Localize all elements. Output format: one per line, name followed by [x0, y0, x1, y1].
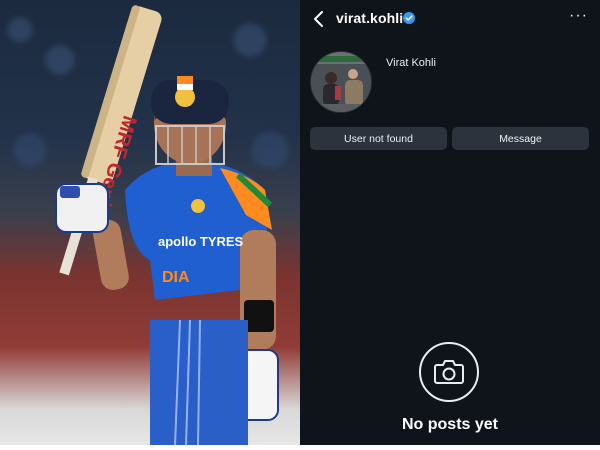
- avatar-image: [311, 52, 371, 112]
- display-name: Virat Kohli: [386, 57, 436, 69]
- more-horizontal-icon[interactable]: ···: [569, 7, 588, 25]
- player-illustration: MRF Genius apollo TYRES DIA: [55, 5, 279, 445]
- no-posts-message: No posts yet: [401, 416, 498, 433]
- camera-glyph: [434, 360, 464, 384]
- chevron-left-icon[interactable]: [312, 10, 326, 28]
- player-photo: MRF Genius apollo TYRES DIA: [0, 0, 300, 445]
- jersey-sponsor-text: apollo TYRES: [158, 234, 244, 249]
- profile-panel: virat.kohli ··· Virat Kohli User not fou…: [300, 0, 600, 445]
- user-not-found-button[interactable]: User not found: [310, 127, 447, 150]
- jersey-team-text: DIA: [162, 269, 190, 286]
- username: virat.kohli: [336, 10, 404, 26]
- message-button[interactable]: Message: [452, 127, 589, 150]
- verified-badge-icon: [403, 12, 415, 24]
- avatar[interactable]: [310, 51, 372, 113]
- camera-icon: [419, 342, 479, 402]
- profile-header: virat.kohli ···: [300, 0, 600, 38]
